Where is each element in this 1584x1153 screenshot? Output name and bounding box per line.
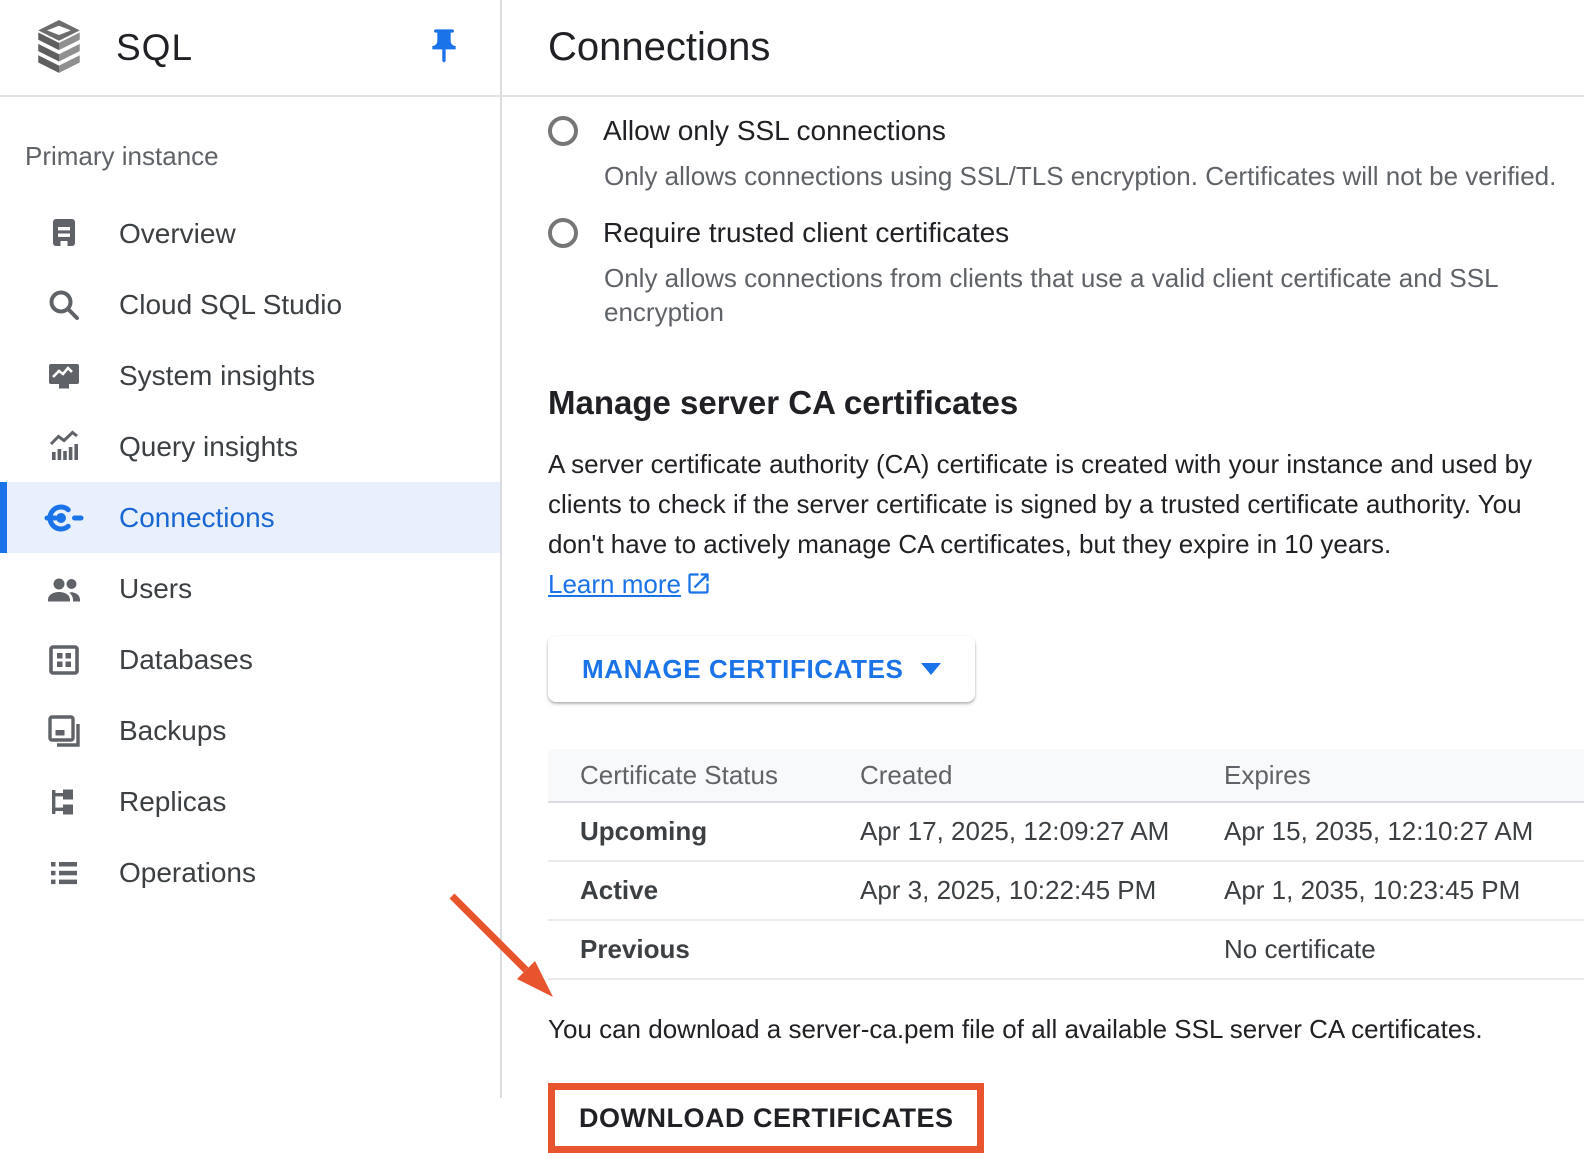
sidebar-item-label: Replicas: [119, 786, 226, 818]
ssl-option-allow-only-ssl: Allow only SSL connections: [548, 115, 1584, 147]
query-insights-icon: [42, 425, 86, 469]
learn-more-link[interactable]: Learn more: [548, 569, 712, 599]
ssl-option-require-client-certs: Require trusted client certificates: [548, 217, 1584, 249]
sidebar-header: SQL: [0, 0, 500, 97]
replicas-icon: [42, 780, 86, 824]
certificates-table: Certificate Status Created Expires Upcom…: [548, 749, 1584, 980]
sql-stack-logo-icon: [34, 20, 84, 76]
ca-section-heading: Manage server CA certificates: [548, 384, 1584, 422]
sidebar-item-databases[interactable]: Databases: [0, 624, 500, 695]
dropdown-arrow-icon: [921, 663, 941, 675]
cert-expires: Apr 15, 2035, 12:10:27 AM: [1192, 802, 1584, 861]
cert-created: Apr 3, 2025, 10:22:45 PM: [828, 861, 1192, 920]
cert-created: [828, 920, 1192, 979]
search-icon: [42, 283, 86, 327]
radio-description: Only allows connections using SSL/TLS en…: [604, 159, 1584, 193]
radio-description: Only allows connections from clients tha…: [604, 261, 1584, 329]
sidebar-item-label: Backups: [119, 715, 226, 747]
instance-overview-icon: [42, 212, 86, 256]
cert-status: Previous: [548, 920, 828, 979]
cert-created: Apr 17, 2025, 12:09:27 AM: [828, 802, 1192, 861]
operations-icon: [42, 851, 86, 895]
sidebar-item-query-insights[interactable]: Query insights: [0, 411, 500, 482]
databases-icon: [42, 638, 86, 682]
table-row: Active Apr 3, 2025, 10:22:45 PM Apr 1, 2…: [548, 861, 1584, 920]
sidebar-item-label: Operations: [119, 857, 256, 889]
radio-allow-only-ssl[interactable]: [548, 116, 578, 146]
product-title: SQL: [116, 27, 193, 69]
sidebar-item-replicas[interactable]: Replicas: [0, 766, 500, 837]
backups-icon: [42, 709, 86, 753]
sidebar-item-users[interactable]: Users: [0, 553, 500, 624]
download-certificates-button[interactable]: DOWNLOAD CERTIFICATES: [555, 1090, 977, 1146]
sidebar-item-system-insights[interactable]: System insights: [0, 340, 500, 411]
connections-icon: [42, 496, 86, 540]
download-note: You can download a server-ca.pem file of…: [548, 1012, 1584, 1046]
sidebar-item-label: System insights: [119, 360, 315, 392]
sidebar: SQL Primary instance Overview Cloud SQL …: [0, 0, 502, 1098]
cert-status: Upcoming: [548, 802, 828, 861]
cert-expires: Apr 1, 2035, 10:23:45 PM: [1192, 861, 1584, 920]
sidebar-section-label: Primary instance: [25, 141, 500, 172]
sidebar-item-backups[interactable]: Backups: [0, 695, 500, 766]
col-expires: Expires: [1192, 749, 1584, 802]
radio-label[interactable]: Allow only SSL connections: [603, 115, 946, 147]
sidebar-item-label: Query insights: [119, 431, 298, 463]
page-header: Connections: [502, 0, 1584, 97]
annotation-highlight-box: DOWNLOAD CERTIFICATES: [548, 1083, 984, 1153]
ca-section-body: A server certificate authority (CA) cert…: [548, 444, 1538, 604]
table-row: Previous No certificate: [548, 920, 1584, 979]
connections-content: Allow only SSL connections Only allows c…: [502, 115, 1584, 1153]
users-icon: [42, 567, 86, 611]
pin-icon[interactable]: [424, 26, 464, 69]
page-title: Connections: [548, 25, 770, 70]
radio-require-client-certs[interactable]: [548, 218, 578, 248]
sidebar-item-overview[interactable]: Overview: [0, 198, 500, 269]
system-insights-icon: [42, 354, 86, 398]
sidebar-item-label: Overview: [119, 218, 236, 250]
external-link-icon: [685, 570, 712, 597]
main-panel: Connections Allow only SSL connections O…: [502, 0, 1584, 1098]
sidebar-item-cloud-sql-studio[interactable]: Cloud SQL Studio: [0, 269, 500, 340]
sidebar-item-label: Connections: [119, 502, 275, 534]
manage-certificates-label: MANAGE CERTIFICATES: [582, 654, 903, 685]
radio-label[interactable]: Require trusted client certificates: [603, 217, 1009, 249]
table-row: Upcoming Apr 17, 2025, 12:09:27 AM Apr 1…: [548, 802, 1584, 861]
manage-certificates-button[interactable]: MANAGE CERTIFICATES: [548, 636, 975, 702]
sidebar-item-label: Databases: [119, 644, 253, 676]
ca-body-text: A server certificate authority (CA) cert…: [548, 449, 1532, 559]
sidebar-item-operations[interactable]: Operations: [0, 837, 500, 908]
cert-status: Active: [548, 861, 828, 920]
sidebar-item-label: Users: [119, 573, 192, 605]
sidebar-nav: Overview Cloud SQL Studio System insight…: [0, 198, 500, 908]
sidebar-item-connections[interactable]: Connections: [0, 482, 500, 553]
table-header-row: Certificate Status Created Expires: [548, 749, 1584, 802]
col-created: Created: [828, 749, 1192, 802]
cert-expires: No certificate: [1192, 920, 1584, 979]
col-certificate-status: Certificate Status: [548, 749, 828, 802]
sidebar-item-label: Cloud SQL Studio: [119, 289, 342, 321]
